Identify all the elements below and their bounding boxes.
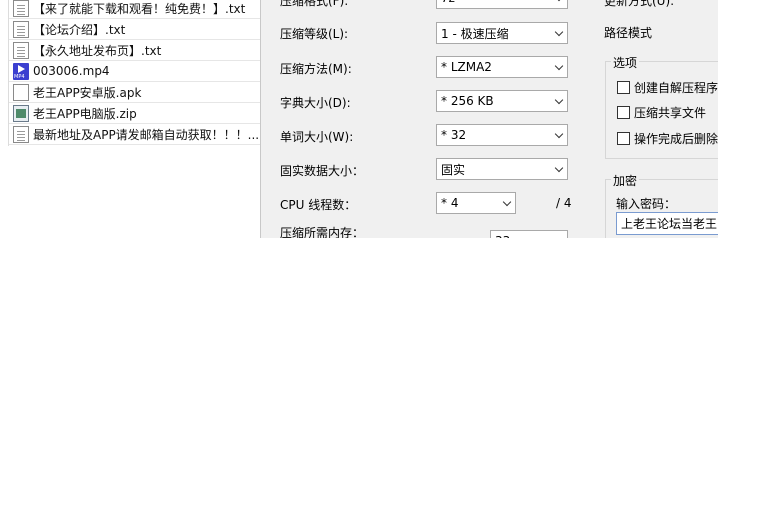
dictionary-label: 字典大小(D):	[280, 96, 351, 110]
chevron-down-icon	[551, 57, 567, 77]
cpu-threads-select[interactable]: * 4	[436, 192, 516, 214]
chevron-down-icon	[551, 23, 567, 43]
text-file-icon	[13, 20, 29, 38]
checkbox-box[interactable]	[617, 81, 630, 94]
list-item[interactable]: 老王APP安卓版.apk	[9, 82, 261, 103]
solid-block-label: 固实数据大小：	[280, 164, 365, 178]
path-mode-label: 路径模式	[604, 26, 653, 40]
format-select[interactable]: 7z	[436, 0, 568, 9]
file-list: 【来了就能下载和观看！纯免费！】.txt 【论坛介绍】.txt 【永久地址发布页…	[8, 0, 261, 146]
checkbox-label: 创建自解压程序(	[634, 81, 718, 95]
level-label: 压缩等级(L):	[280, 27, 349, 41]
format-label: 压缩格式(F):	[280, 0, 349, 8]
file-name: 【永久地址发布页】.txt	[33, 43, 162, 58]
file-name: 老王APP电脑版.zip	[33, 106, 137, 121]
file-name: 003006.mp4	[33, 64, 110, 78]
delete-after-checkbox[interactable]: 操作完成后删除	[617, 130, 718, 147]
solid-block-select[interactable]: 固实	[436, 158, 568, 180]
mp4-file-icon	[13, 62, 29, 80]
list-item[interactable]: 【来了就能下载和观看！纯免费！】.txt	[9, 0, 261, 19]
chevron-down-icon	[551, 125, 567, 145]
file-name: 老王APP安卓版.apk	[33, 85, 142, 100]
checkbox-label: 操作完成后删除	[634, 132, 718, 146]
password-label: 输入密码：	[616, 197, 677, 211]
text-file-icon	[13, 0, 29, 17]
shared-files-checkbox[interactable]: 压缩共享文件	[617, 104, 706, 121]
file-name: 【来了就能下载和观看！纯免费！】.txt	[33, 1, 246, 16]
checkbox-box[interactable]	[617, 132, 630, 145]
memory-usage-field: 33	[490, 230, 568, 238]
chevron-down-icon	[551, 91, 567, 111]
checkbox-box[interactable]	[617, 106, 630, 119]
method-label: 压缩方法(M):	[280, 62, 352, 76]
chevron-down-icon	[551, 159, 567, 179]
word-size-label: 单词大小(W):	[280, 130, 354, 144]
text-file-icon	[13, 125, 29, 143]
word-size-select[interactable]: * 32	[436, 124, 568, 146]
list-item[interactable]: 003006.mp4	[9, 61, 261, 82]
text-file-icon	[13, 41, 29, 59]
cpu-threads-label: CPU 线程数：	[280, 198, 357, 212]
archive-settings-dialog: 压缩格式(F): 7z 压缩等级(L): 1 - 极速压缩 压缩方法(M): *…	[260, 0, 718, 238]
password-input[interactable]: 上老王论坛当老王	[616, 212, 718, 235]
list-item[interactable]: 【永久地址发布页】.txt	[9, 40, 261, 61]
options-title: 选项	[611, 54, 640, 71]
sfx-checkbox[interactable]: 创建自解压程序(	[617, 79, 718, 96]
chevron-down-icon	[499, 193, 515, 213]
list-item[interactable]: 老王APP电脑版.zip	[9, 103, 261, 124]
list-item[interactable]: 【论坛介绍】.txt	[9, 19, 261, 40]
method-select[interactable]: * LZMA2	[436, 56, 568, 78]
file-name: 【论坛介绍】.txt	[33, 22, 126, 37]
apk-file-icon	[13, 83, 29, 101]
memory-usage-label: 压缩所需内存：	[280, 226, 365, 238]
encryption-title: 加密	[611, 172, 640, 189]
dictionary-select[interactable]: * 256 KB	[436, 90, 568, 112]
chevron-down-icon	[551, 0, 567, 8]
level-select[interactable]: 1 - 极速压缩	[436, 22, 568, 44]
checkbox-label: 压缩共享文件	[634, 106, 707, 120]
list-item[interactable]: 最新地址及APP请发邮箱自动获取！！！....	[9, 124, 261, 145]
zip-file-icon	[13, 104, 29, 122]
update-mode-label: 更新方式(U):	[604, 0, 675, 8]
file-name: 最新地址及APP请发邮箱自动获取！！！....	[33, 127, 261, 142]
cpu-threads-total: / 4	[556, 196, 572, 210]
